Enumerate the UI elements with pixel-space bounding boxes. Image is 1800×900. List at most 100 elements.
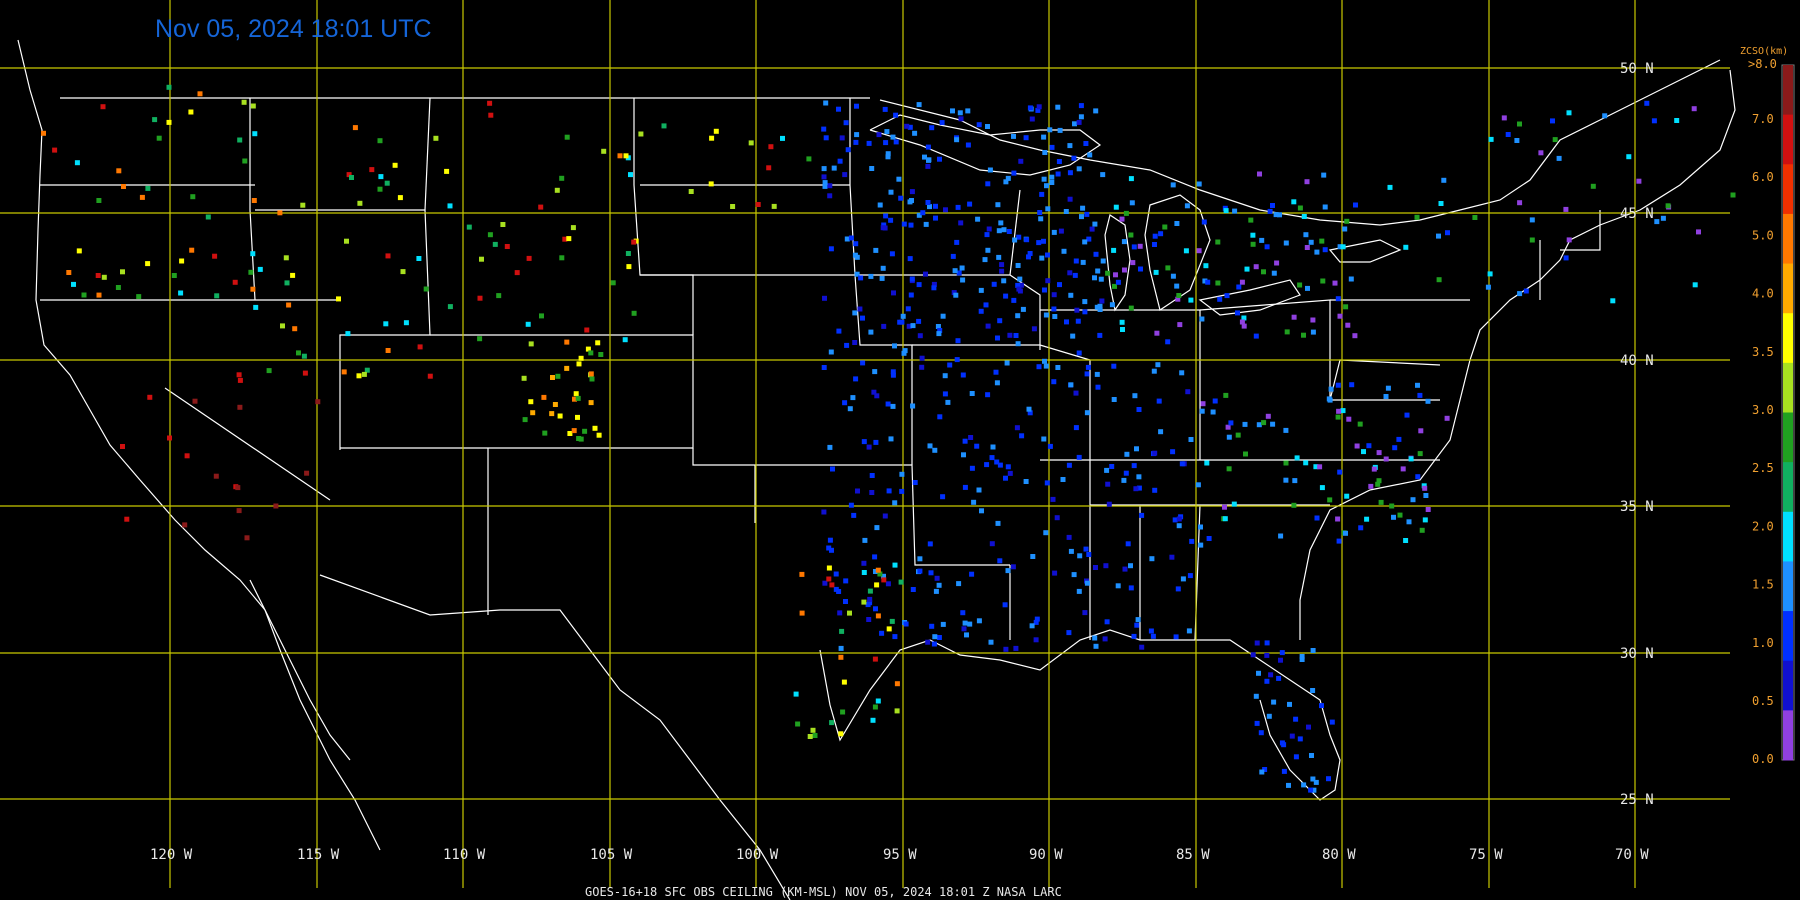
observation-point (829, 720, 835, 726)
observation-point (1057, 282, 1062, 288)
observation-point (235, 485, 241, 491)
observation-point (1068, 292, 1074, 298)
observation-point (953, 292, 959, 298)
observation-point (908, 222, 914, 228)
observation-point (986, 226, 992, 232)
observation-point (444, 168, 450, 174)
observation-point (266, 368, 272, 374)
observation-point (870, 717, 876, 723)
observation-point (882, 225, 888, 231)
observation-point (1080, 259, 1086, 265)
observation-point (883, 213, 889, 219)
observation-point (232, 279, 238, 285)
observation-point (1310, 329, 1316, 335)
observation-point (1378, 499, 1384, 505)
latitude-label: 30 N (1620, 646, 1654, 662)
legend-swatch (1783, 660, 1793, 711)
observation-point (845, 147, 851, 153)
observation-point (589, 376, 595, 382)
observation-point (875, 613, 881, 619)
observation-point (866, 140, 872, 146)
observation-point (1165, 339, 1171, 345)
observation-point (1018, 158, 1024, 164)
observation-point (1327, 497, 1333, 503)
observation-point (400, 269, 406, 275)
observation-point (361, 371, 367, 377)
observation-point (356, 373, 362, 379)
observation-point (1404, 412, 1410, 418)
observation-point (1329, 719, 1335, 725)
observation-point (851, 512, 857, 518)
observation-point (631, 310, 637, 316)
observation-point (1361, 449, 1366, 455)
observation-point (936, 582, 942, 588)
observation-point (1692, 282, 1698, 288)
observation-point (709, 135, 715, 141)
observation-point (1563, 206, 1569, 212)
observation-point (841, 679, 847, 685)
observation-point (626, 264, 632, 270)
observation-point (1113, 272, 1118, 278)
observation-point (1244, 266, 1250, 272)
legend-tick-label: 3.5 (1752, 345, 1774, 359)
observation-point (922, 154, 927, 160)
observation-point (1093, 565, 1098, 570)
observation-point (1111, 397, 1117, 402)
observation-point (1336, 538, 1342, 544)
observation-point (1002, 602, 1008, 608)
observation-point (860, 315, 865, 321)
observation-point (1036, 104, 1042, 110)
observation-point (1397, 512, 1403, 518)
observation-point (622, 337, 628, 343)
observation-point (1092, 635, 1098, 641)
observation-point (1105, 481, 1111, 487)
observation-point (1210, 409, 1216, 415)
observation-point (929, 623, 935, 629)
observation-point (1414, 214, 1420, 220)
observation-point (244, 535, 250, 541)
observation-point (1303, 460, 1309, 466)
observation-point (571, 428, 577, 434)
observation-point (1120, 327, 1125, 332)
observation-point (1049, 180, 1055, 185)
observation-point (1410, 497, 1416, 503)
observation-point (1129, 200, 1135, 206)
observation-point (1223, 208, 1229, 214)
observation-point (526, 255, 532, 261)
observation-point (1123, 470, 1129, 476)
observation-point (167, 435, 172, 441)
observation-point (975, 216, 981, 222)
observation-point (952, 268, 958, 274)
observation-point (1415, 474, 1421, 480)
observation-point (1047, 443, 1053, 449)
observation-point (1006, 229, 1012, 234)
observation-point (1173, 634, 1179, 640)
observation-point (826, 576, 832, 582)
observation-point (487, 232, 493, 238)
observation-point (954, 239, 960, 245)
observation-point (867, 588, 873, 594)
observation-point (1291, 502, 1297, 508)
observation-point (875, 567, 881, 573)
observation-point (1128, 305, 1134, 311)
observation-point (1310, 776, 1316, 782)
observation-point (1284, 329, 1290, 335)
observation-point (823, 135, 829, 141)
observation-point (1348, 276, 1354, 282)
observation-point (302, 370, 308, 376)
observation-point (190, 194, 196, 200)
observation-point (283, 255, 289, 261)
observation-point (1387, 184, 1393, 190)
observation-point (1566, 237, 1572, 243)
observation-point (979, 508, 984, 514)
observation-point (257, 266, 263, 272)
observation-point (1128, 585, 1134, 591)
observation-point (575, 414, 580, 420)
observation-point (1095, 268, 1101, 274)
observation-point (901, 350, 907, 356)
legend-swatch (1783, 362, 1793, 413)
observation-point (999, 262, 1005, 268)
observation-point (1087, 152, 1093, 158)
observation-point (873, 247, 879, 253)
observation-point (821, 509, 827, 515)
